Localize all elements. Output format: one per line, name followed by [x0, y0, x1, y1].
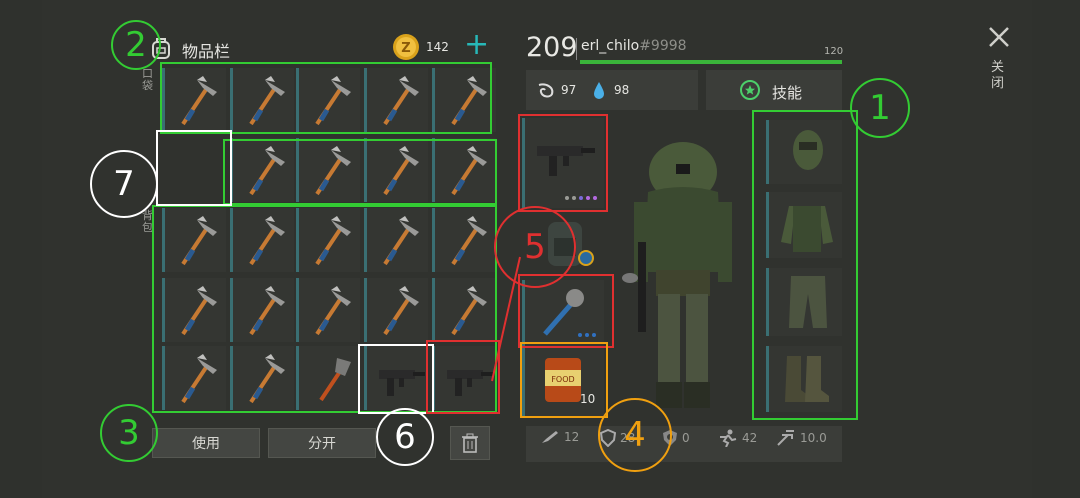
inventory-slot[interactable] — [296, 138, 360, 202]
smg-icon — [537, 146, 595, 176]
inventory-slot[interactable] — [432, 208, 496, 272]
inventory-slot[interactable] — [230, 208, 294, 272]
inventory-slot[interactable] — [432, 346, 496, 410]
xp-max: 120 — [824, 46, 844, 57]
inventory-slot[interactable] — [296, 68, 360, 132]
feet-slot[interactable] — [766, 346, 842, 412]
hammer-icon — [249, 216, 285, 266]
hammer-icon — [383, 216, 419, 266]
hammer-icon — [315, 76, 351, 126]
hazard-shield-icon — [663, 430, 677, 446]
weight-icon — [777, 430, 794, 446]
hammer-icon — [315, 286, 351, 336]
mace-icon — [543, 289, 584, 336]
smg-icon — [379, 370, 425, 396]
primary-weapon-slot[interactable] — [522, 118, 604, 208]
inventory-slot[interactable] — [162, 208, 226, 272]
hammer-icon — [181, 76, 217, 126]
skills-label: 技能 — [772, 84, 803, 102]
inventory-slot[interactable] — [296, 278, 360, 342]
inventory-slot[interactable] — [364, 138, 428, 202]
inventory-slot[interactable] — [162, 346, 226, 410]
backpack-icon — [152, 38, 170, 59]
camo-pants-icon — [789, 276, 827, 328]
pockets-label: 口袋 — [142, 67, 153, 92]
character-model — [622, 142, 732, 408]
hammer-icon — [249, 286, 285, 336]
star-icon — [740, 80, 760, 100]
hammer-icon — [181, 216, 217, 266]
defense-stat: 28 — [600, 429, 635, 447]
food-count: 10 — [580, 392, 596, 406]
inventory-slot[interactable] — [162, 278, 226, 342]
inventory-slot[interactable] — [230, 68, 294, 132]
inventory-slot[interactable] — [296, 346, 360, 410]
xp-bar — [580, 60, 842, 64]
speed-stat: 42 — [716, 429, 757, 447]
water-drop-icon — [594, 82, 604, 99]
water-value: 98 — [614, 83, 630, 97]
hammer-icon — [249, 354, 285, 404]
weight-stat: 10.0 — [776, 429, 827, 447]
hammer-icon — [451, 76, 487, 126]
balaclava-icon — [793, 130, 823, 170]
can-label: FOOD — [551, 375, 574, 384]
split-button[interactable]: 分开 — [268, 428, 376, 458]
hammer-icon — [181, 354, 217, 404]
coin-count: 142 — [426, 40, 449, 54]
running-icon — [720, 429, 737, 447]
backpack-item-icon[interactable] — [542, 216, 594, 276]
close-icon[interactable] — [988, 26, 1010, 48]
player-username: erl_chilo — [581, 38, 640, 54]
knife-icon — [542, 431, 558, 443]
boots-icon — [785, 356, 829, 402]
inventory-slot[interactable] — [364, 346, 428, 410]
backpack-label: 背包 — [142, 209, 153, 234]
hammer-icon — [315, 146, 351, 196]
torso-slot[interactable] — [766, 192, 842, 258]
inventory-slot[interactable] — [364, 278, 428, 342]
player-name: erl_chilo#9998 — [581, 38, 687, 54]
close-label[interactable]: 关闭 — [991, 60, 1005, 92]
inventory-slot[interactable] — [230, 346, 294, 410]
annotation-line — [491, 256, 521, 382]
inventory-slot[interactable] — [364, 68, 428, 132]
inventory-slot[interactable] — [432, 68, 496, 132]
inventory-slot[interactable] — [162, 138, 226, 202]
hammer-icon — [451, 146, 487, 196]
hammer-icon — [249, 76, 285, 126]
hammer-icon — [383, 76, 419, 126]
inventory-title: 物品栏 — [182, 42, 231, 61]
shovel-icon — [319, 358, 351, 402]
camo-jacket-icon — [781, 206, 833, 252]
hammer-icon — [181, 286, 217, 336]
inventory-slot[interactable] — [432, 138, 496, 202]
add-coins-button[interactable]: + — [464, 29, 489, 61]
inventory-slot[interactable] — [364, 208, 428, 272]
inventory-slot[interactable] — [296, 208, 360, 272]
coin-icon: Z — [393, 34, 419, 60]
hammer-icon — [249, 146, 285, 196]
hammer-icon — [383, 286, 419, 336]
food-value: 97 — [561, 83, 577, 97]
svg-text:Z: Z — [401, 41, 410, 56]
player-tag: #9998 — [639, 38, 687, 54]
inventory-slot[interactable] — [230, 278, 294, 342]
head-slot[interactable] — [766, 120, 842, 184]
legs-slot[interactable] — [766, 268, 842, 336]
shield-icon — [600, 429, 616, 447]
trash-icon — [462, 433, 478, 453]
hammer-icon — [315, 216, 351, 266]
trash-button[interactable] — [450, 426, 490, 460]
inventory-slot[interactable] — [162, 68, 226, 132]
player-level: 209 — [526, 32, 578, 63]
use-button[interactable]: 使用 — [152, 428, 260, 458]
stomach-icon — [538, 83, 554, 98]
inventory-slot[interactable] — [432, 278, 496, 342]
inventory-slot[interactable] — [230, 138, 294, 202]
attack-stat: 12 — [540, 429, 579, 445]
hammer-icon — [383, 146, 419, 196]
resist-stat: 0 — [662, 429, 690, 447]
